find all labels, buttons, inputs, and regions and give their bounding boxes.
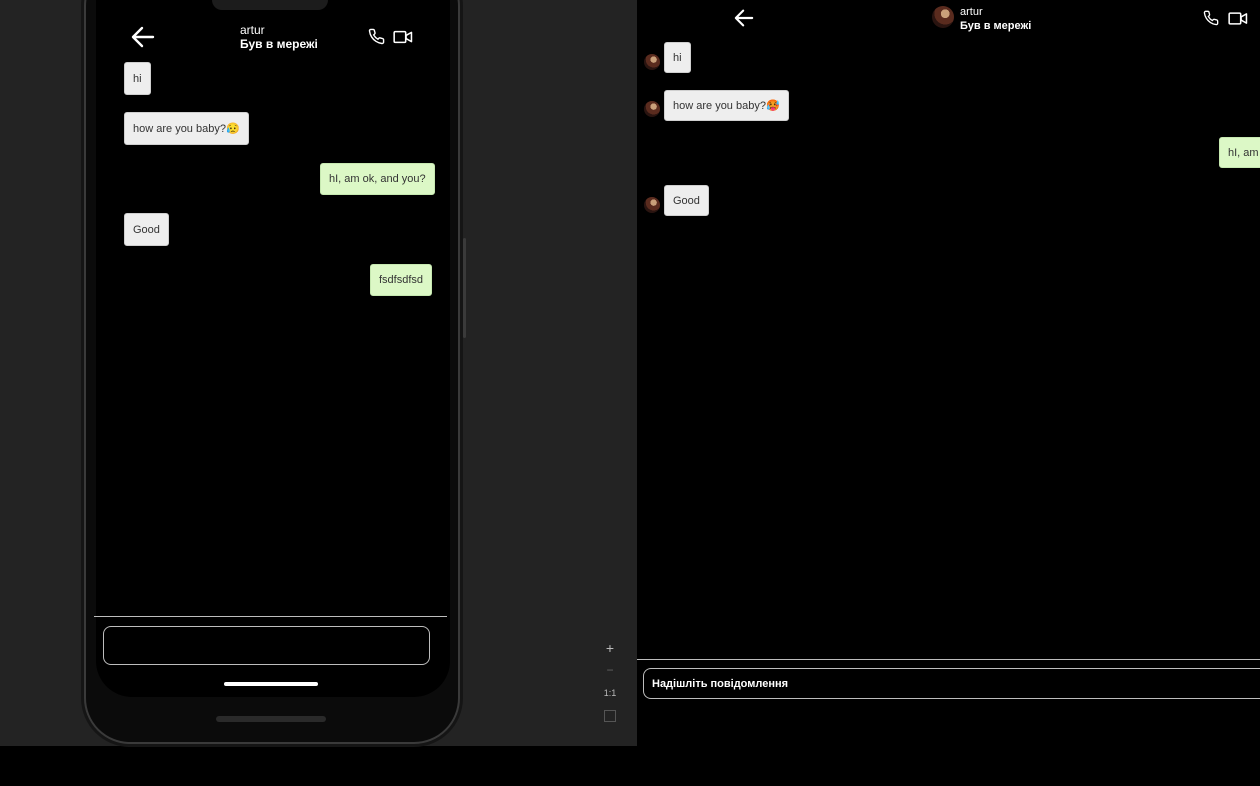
web-chat-title: artur Був в мережі (960, 6, 1031, 34)
message-bubble-incoming: hi (664, 42, 691, 73)
mobile-message-input[interactable] (103, 626, 430, 665)
contact-status: Був в мережі (240, 37, 318, 51)
fit-screen-icon[interactable] (604, 710, 616, 722)
home-indicator[interactable] (224, 682, 318, 686)
message-bubble-incoming: Good (664, 185, 709, 216)
video-camera-icon (1228, 12, 1248, 25)
phone-icon (1203, 10, 1219, 26)
phone-icon (368, 28, 385, 45)
message-avatar (644, 101, 660, 117)
message-bubble-outgoing: hI, am ok, and you? (320, 163, 435, 195)
zoom-in-button[interactable]: + (600, 640, 620, 656)
mobile-back-button[interactable] (131, 26, 155, 48)
contact-name: artur (960, 6, 983, 18)
web-back-button[interactable] (734, 9, 754, 27)
contact-name: artur (240, 23, 265, 37)
phone-notch (212, 0, 328, 10)
message-bubble-outgoing: hI, am (1219, 137, 1260, 168)
web-video-button[interactable] (1228, 11, 1248, 31)
message-bubble-incoming: how are you baby?😥 (124, 112, 249, 145)
zoom-out-button[interactable]: − (600, 663, 620, 677)
mobile-chat-title: artur Був в мережі (240, 23, 318, 51)
message-bubble-outgoing: fsdfsdfsd (370, 264, 433, 296)
actual-size-button[interactable]: 1:1 (600, 688, 620, 698)
phone-speaker (216, 716, 326, 722)
web-composer-divider (637, 659, 1260, 660)
message-bubble-incoming: Good (124, 213, 169, 246)
contact-status: Був в мережі (960, 20, 1032, 32)
web-call-button[interactable] (1203, 10, 1219, 31)
mobile-video-button[interactable] (393, 29, 413, 50)
mobile-call-button[interactable] (368, 28, 385, 50)
message-bubble-incoming: how are you baby?🥵 (664, 90, 789, 121)
video-camera-icon (393, 30, 413, 44)
message-avatar (644, 54, 660, 70)
message-avatar (644, 197, 660, 213)
arrow-left-icon (734, 9, 754, 27)
message-bubble-incoming: hi (124, 62, 151, 95)
phone-side-button[interactable] (463, 238, 466, 338)
composer-divider (94, 616, 447, 617)
phone-screen (96, 0, 450, 697)
arrow-left-icon (131, 26, 155, 48)
contact-avatar[interactable] (932, 6, 954, 28)
web-message-input[interactable]: Надішліть повідомлення (643, 668, 1260, 699)
